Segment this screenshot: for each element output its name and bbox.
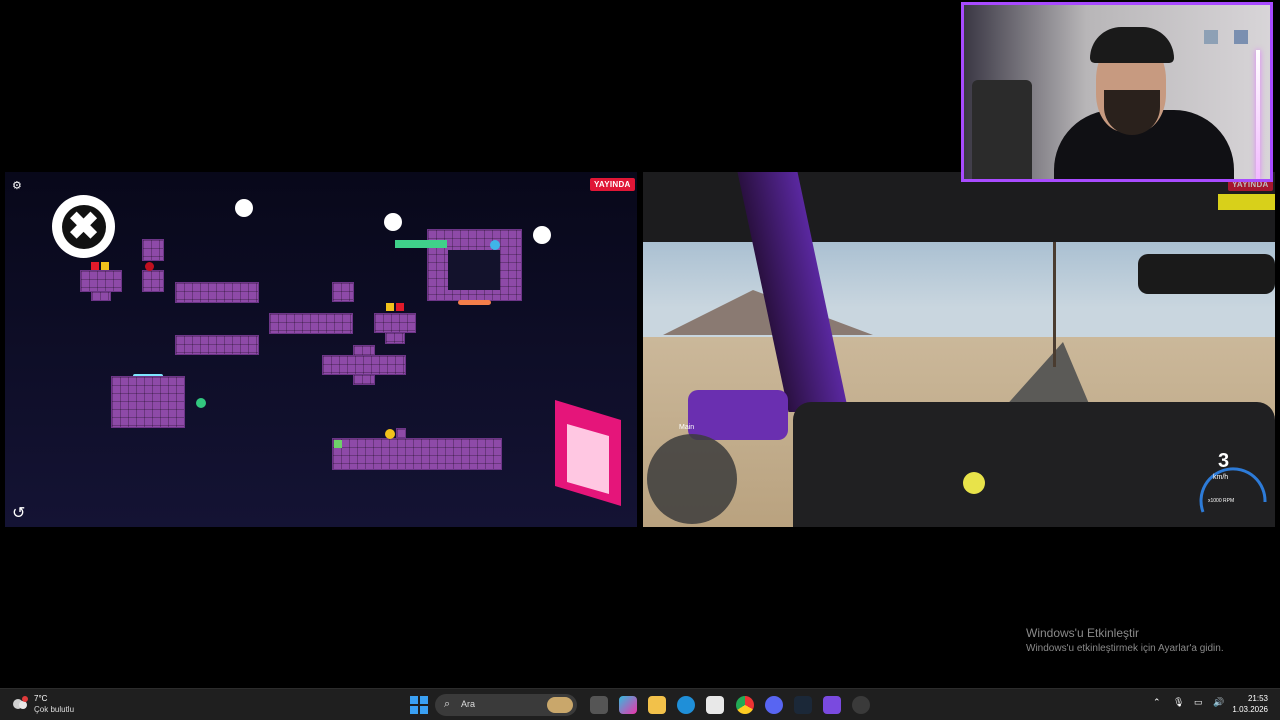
platform-block	[91, 291, 111, 301]
weather-widget[interactable]	[10, 694, 30, 714]
neon-light	[1256, 50, 1260, 179]
green-tile	[334, 440, 342, 448]
minimap	[647, 434, 737, 524]
platform-block	[396, 428, 406, 438]
settings-icon[interactable]: ⚙	[12, 179, 26, 193]
store-icon[interactable]	[706, 696, 724, 714]
game-panel: ⚙ YAYINDA ✖ ↺	[5, 172, 637, 527]
platform-block	[142, 270, 164, 292]
white-orb	[235, 199, 253, 217]
chevron-up-icon[interactable]: ⌃	[1153, 697, 1161, 708]
red-orb	[145, 262, 154, 271]
steering-wheel-hub	[963, 472, 985, 494]
restart-icon[interactable]: ↺	[12, 503, 32, 522]
platform-block	[332, 438, 502, 470]
task-view-icon[interactable]	[590, 696, 608, 714]
streamer-cap	[1090, 27, 1174, 63]
network-icon[interactable]: ▭	[1194, 697, 1203, 708]
chair	[972, 80, 1032, 179]
car-roof	[643, 172, 1275, 242]
search-placeholder: Ara	[461, 699, 476, 709]
ms365-icon[interactable]	[619, 696, 637, 714]
windows-icon	[410, 696, 428, 714]
platform-block	[269, 313, 353, 334]
utility-pole	[1053, 227, 1056, 367]
edge-icon[interactable]	[677, 696, 695, 714]
white-orb	[533, 226, 551, 244]
taskbar: 7°C Çok bulutlu ⌕ Ara ⌃ 🎙 ▭ 🔊 21:53 1.03…	[0, 688, 1280, 720]
speed-unit: km/h	[1213, 474, 1229, 481]
obs-icon[interactable]	[852, 696, 870, 714]
speedometer	[1193, 442, 1273, 527]
orange-bounce-pad	[458, 300, 491, 305]
chrome-icon[interactable]	[736, 696, 754, 714]
live-badge: YAYINDA	[590, 178, 635, 191]
red-tile	[91, 262, 99, 270]
blue-orb	[490, 240, 500, 250]
cloud-icon	[13, 696, 28, 709]
platform-block	[385, 332, 405, 344]
platform-block	[322, 355, 406, 375]
platform-block	[374, 313, 416, 333]
platform-block	[80, 270, 122, 292]
file-explorer-icon[interactable]	[648, 696, 666, 714]
search-box[interactable]: ⌕ Ara	[435, 694, 577, 716]
yellow-tile	[386, 303, 394, 311]
platform-block	[353, 374, 375, 385]
yellow-orb	[385, 429, 395, 439]
platform-block	[111, 376, 185, 428]
platform-block	[332, 282, 354, 302]
yellow-panel	[1218, 194, 1275, 210]
platform-block	[175, 282, 259, 303]
block-cavity	[448, 250, 500, 290]
wall-panel	[1204, 30, 1218, 44]
green-bridge	[395, 240, 447, 248]
platform-block	[175, 335, 259, 355]
activation-title: Windows'u Etkinleştir	[1026, 626, 1139, 640]
clock-time[interactable]: 21:53	[1236, 694, 1268, 703]
start-button[interactable]	[410, 696, 428, 714]
wall-panel	[1234, 30, 1248, 44]
platform-block	[142, 239, 164, 261]
green-orb	[196, 398, 206, 408]
yellow-tile	[101, 262, 109, 270]
app-icon[interactable]	[823, 696, 841, 714]
screen: ⚙ YAYINDA ✖ ↺ YAYINDA Main 3 km/h x1000 …	[0, 0, 1280, 720]
rearview-mirror	[1138, 254, 1275, 294]
volume-icon[interactable]: 🔊	[1213, 697, 1224, 708]
weather-desc: Çok bulutlu	[34, 705, 75, 714]
driving-panel: YAYINDA Main 3 km/h x1000 RPM	[643, 172, 1275, 527]
white-orb	[384, 213, 402, 231]
webcam-overlay	[961, 2, 1273, 182]
close-button[interactable]: ✖	[52, 195, 115, 258]
microphone-icon[interactable]: 🎙	[1173, 697, 1184, 708]
minimap-label: Main	[679, 424, 695, 431]
discord-icon[interactable]	[765, 696, 783, 714]
rpm-unit: x1000 RPM	[1208, 498, 1235, 504]
gear-indicator: 3	[1218, 450, 1230, 472]
side-mirror	[688, 390, 788, 440]
search-icon: ⌕	[444, 698, 451, 710]
red-tile	[396, 303, 404, 311]
activation-subtitle: Windows'u etkinleştirmek için Ayarlar'a …	[1026, 643, 1224, 654]
steam-icon[interactable]	[794, 696, 812, 714]
exit-portal	[555, 400, 621, 506]
clock-date[interactable]: 1.03.2026	[1226, 705, 1268, 714]
weather-temp: 7°C	[34, 694, 48, 703]
search-highlight-icon	[547, 697, 573, 713]
close-icon: ✖	[61, 204, 106, 249]
